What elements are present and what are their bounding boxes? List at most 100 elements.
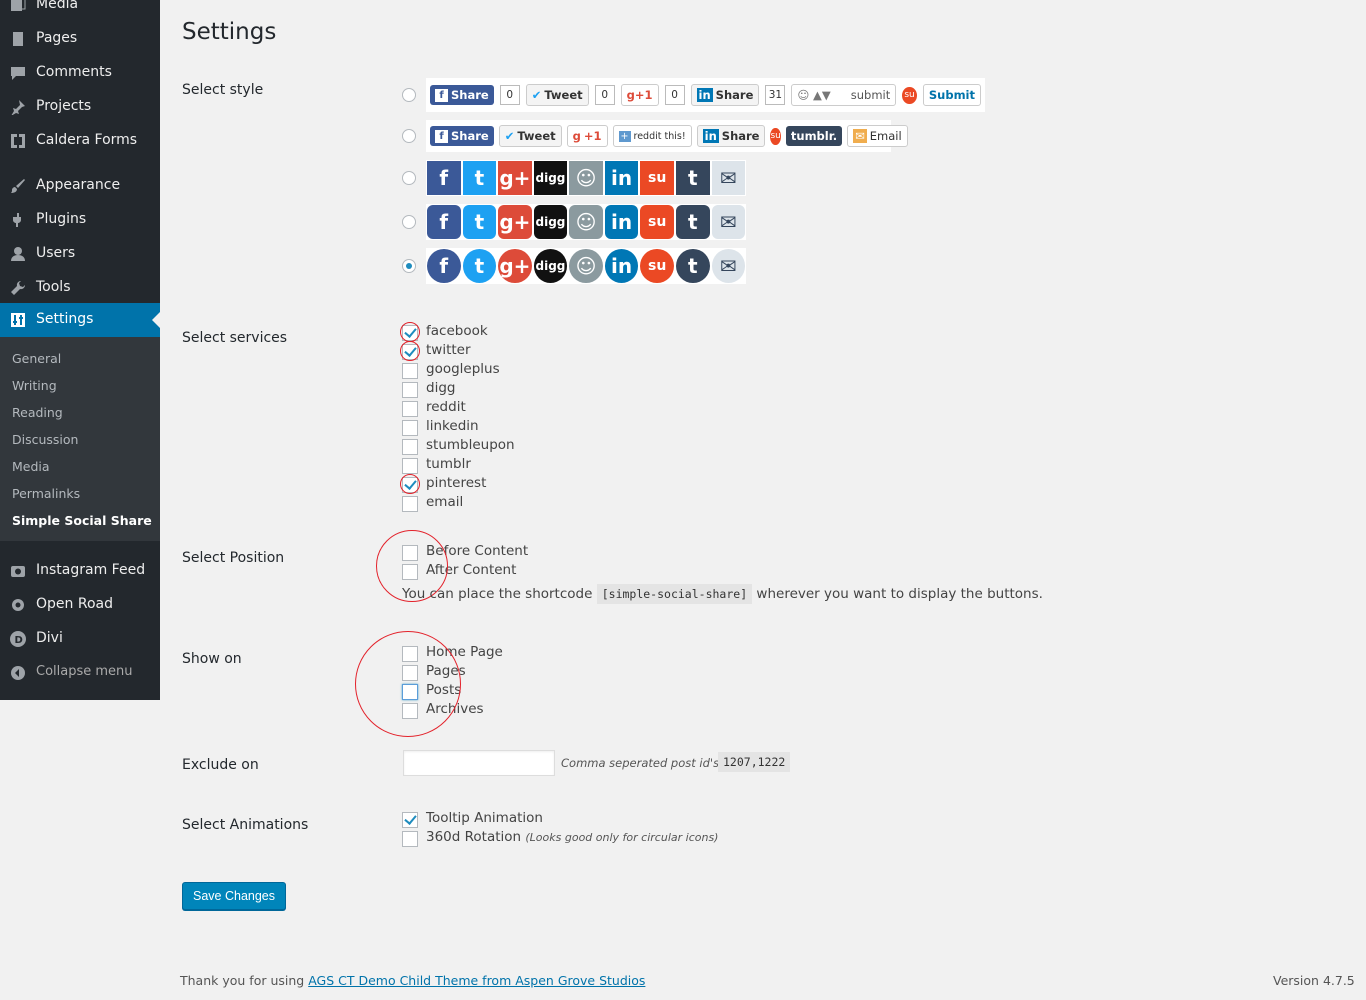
- share-count: 31: [765, 85, 786, 105]
- checkbox-label: Tooltip Animation: [426, 810, 543, 826]
- collapse-icon: [9, 664, 27, 682]
- email-icon: ✉: [711, 161, 746, 195]
- reddit-submit-button: ☺ ▲▼ submit: [791, 84, 897, 106]
- submenu-discussion[interactable]: Discussion: [12, 432, 78, 447]
- checkbox-linkedin[interactable]: [402, 420, 418, 436]
- menu-label: Instagram Feed: [36, 562, 146, 578]
- menu-open-road[interactable]: Open Road: [0, 588, 160, 622]
- gear-icon: [9, 596, 27, 614]
- save-changes-button[interactable]: Save Changes: [182, 882, 287, 910]
- style-radio-5[interactable]: [402, 259, 416, 273]
- checkbox-reddit[interactable]: [402, 401, 418, 417]
- linkedin-icon: in: [604, 205, 639, 239]
- linkedin-icon: in: [604, 161, 639, 195]
- menu-instagram-feed[interactable]: Instagram Feed: [0, 554, 160, 588]
- stumbleupon-icon: su: [640, 161, 674, 195]
- checkbox-email[interactable]: [402, 496, 418, 512]
- button-label: Email: [869, 129, 902, 143]
- checkbox-twitter[interactable]: [402, 344, 418, 360]
- menu-tools[interactable]: Tools: [0, 271, 160, 305]
- googleplus-icon: g+: [498, 161, 532, 195]
- submenu-reading[interactable]: Reading: [12, 405, 63, 420]
- checkbox-360d-rotation[interactable]: [402, 831, 418, 847]
- checkbox-archives[interactable]: [402, 703, 418, 719]
- submenu-media[interactable]: Media: [12, 459, 50, 474]
- menu-label: Comments: [36, 64, 112, 80]
- checkbox-label: tumblr: [426, 456, 471, 472]
- settings-icon: [9, 311, 27, 329]
- menu-settings[interactable]: Settings: [0, 303, 160, 337]
- twitter-icon: ✔: [531, 88, 542, 102]
- facebook-share-button: f Share: [430, 126, 494, 146]
- checkbox-tumblr[interactable]: [402, 458, 418, 474]
- caldera-forms-icon: [9, 132, 27, 150]
- menu-projects[interactable]: Projects: [0, 90, 160, 124]
- menu-pages[interactable]: Pages: [0, 22, 160, 56]
- shortcode: [simple-social-share]: [596, 584, 753, 604]
- checkbox-label: Posts: [426, 682, 462, 698]
- tumblr-icon: t: [675, 249, 710, 283]
- linkedin-icon: in: [696, 88, 713, 102]
- menu-caldera-forms[interactable]: Caldera Forms: [0, 124, 160, 158]
- share-count: 0: [594, 85, 615, 105]
- checkbox-before-content[interactable]: [402, 545, 418, 561]
- submenu-permalinks[interactable]: Permalinks: [12, 486, 80, 501]
- checkbox-googleplus[interactable]: [402, 363, 418, 379]
- button-label: Share: [451, 129, 489, 143]
- checkbox-label: 360d Rotation (Looks good only for circu…: [426, 829, 718, 845]
- style-radio-2[interactable]: [402, 129, 416, 143]
- checkbox-label: Archives: [426, 701, 484, 717]
- exclude-ids-input[interactable]: [403, 750, 555, 776]
- reddit-icon: ☺: [569, 205, 603, 239]
- checkbox-label: reddit: [426, 399, 466, 415]
- twitter-tweet-button: ✔ Tweet: [498, 125, 562, 147]
- share-count: 0: [664, 85, 685, 105]
- menu-appearance[interactable]: Appearance: [0, 169, 160, 203]
- checkbox-pinterest[interactable]: [402, 477, 418, 493]
- digg-icon: digg: [533, 205, 568, 239]
- button-label: +1: [583, 129, 602, 143]
- reddit-this-button: + reddit this!: [612, 125, 692, 147]
- checkbox-stumbleupon[interactable]: [402, 439, 418, 455]
- plugins-icon: [9, 211, 27, 229]
- linkedin-icon: in: [604, 249, 639, 283]
- menu-label: Divi: [36, 630, 63, 646]
- stumbleupon-submit-button: Submit: [922, 84, 981, 106]
- checkbox-label: email: [426, 494, 464, 510]
- collapse-menu-button[interactable]: Collapse menu: [0, 656, 160, 690]
- checkbox-label: Pages: [426, 663, 466, 679]
- checkbox-label: googleplus: [426, 361, 500, 377]
- submenu-writing[interactable]: Writing: [12, 378, 57, 393]
- menu-users[interactable]: Users: [0, 237, 160, 271]
- stumbleupon-icon: su: [770, 127, 781, 145]
- checkbox-pages[interactable]: [402, 665, 418, 681]
- menu-label: Appearance: [36, 177, 121, 193]
- checkbox-digg[interactable]: [402, 382, 418, 398]
- checkbox-tooltip-animation[interactable]: [402, 812, 418, 828]
- divi-icon: D: [9, 630, 27, 648]
- checkbox-label: digg: [426, 380, 456, 396]
- submenu-general[interactable]: General: [12, 351, 61, 366]
- projects-icon: [9, 98, 27, 116]
- checkbox-facebook[interactable]: [402, 325, 418, 341]
- menu-divi[interactable]: D Divi: [0, 622, 160, 656]
- style-radio-3[interactable]: [402, 171, 416, 185]
- checkbox-after-content[interactable]: [402, 564, 418, 580]
- submenu-simple-social-share[interactable]: Simple Social Share: [12, 513, 152, 528]
- tumblr-icon: t: [675, 161, 710, 195]
- menu-label: Settings: [36, 311, 94, 327]
- menu-label: Collapse menu: [36, 664, 133, 679]
- checkbox-posts[interactable]: [402, 684, 418, 700]
- svg-text:D: D: [15, 635, 23, 646]
- checkbox-label: Home Page: [426, 644, 503, 660]
- menu-plugins[interactable]: Plugins: [0, 203, 160, 237]
- instagram-icon: [9, 562, 27, 580]
- style-radio-4[interactable]: [402, 215, 416, 229]
- footer-theme-link[interactable]: AGS CT Demo Child Theme from Aspen Grove…: [308, 973, 645, 988]
- style-radio-1[interactable]: [402, 88, 416, 102]
- page-title: Settings: [182, 19, 277, 45]
- reddit-icon: ☺: [569, 249, 603, 283]
- menu-media[interactable]: Media: [0, 0, 160, 22]
- checkbox-home-page[interactable]: [402, 646, 418, 662]
- menu-comments[interactable]: Comments: [0, 56, 160, 90]
